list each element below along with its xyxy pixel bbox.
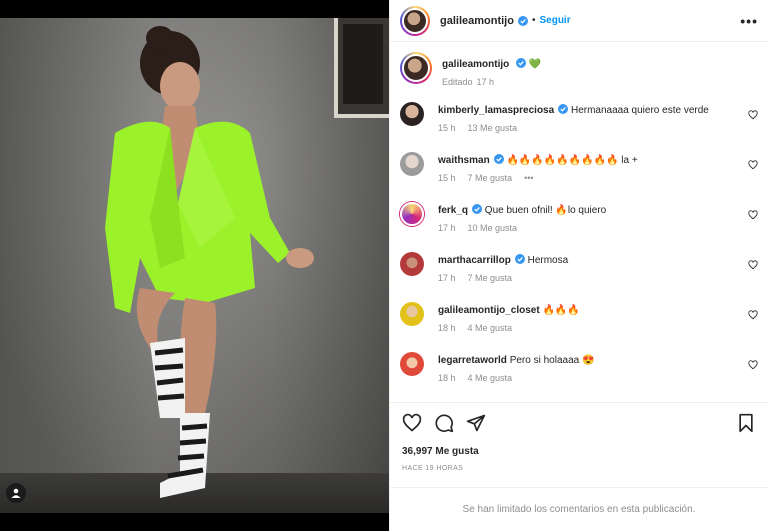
comment-icon[interactable] bbox=[434, 413, 454, 433]
comment-text: Pero si holaaaa 😍 bbox=[509, 355, 595, 366]
comment-likes[interactable]: 13 Me gusta bbox=[468, 123, 518, 133]
comment-likes[interactable]: 4 Me gusta bbox=[468, 373, 513, 383]
heart-icon[interactable] bbox=[748, 110, 758, 120]
caption-text: 💚 bbox=[528, 59, 542, 70]
caption-meta: Editado 17 h bbox=[442, 77, 541, 87]
comment-options-icon[interactable]: ••• bbox=[524, 173, 533, 183]
comment-text: 🔥🔥🔥 bbox=[542, 305, 580, 316]
post-sidebar: galileamontijo • Seguir ••• galileamonti… bbox=[389, 0, 768, 531]
heart-icon[interactable] bbox=[748, 210, 758, 220]
comment-item: legarretaworld Pero si holaaaa 😍 18 h 4 M… bbox=[390, 350, 768, 400]
comment-likes[interactable]: 4 Me gusta bbox=[468, 323, 513, 333]
post-photo[interactable] bbox=[0, 18, 389, 513]
comment-item: kimberly_lamaspreciosa Hermanaaaa quiero… bbox=[390, 100, 768, 150]
post-header: galileamontijo • Seguir ••• bbox=[390, 0, 768, 42]
follow-button[interactable]: Seguir bbox=[539, 15, 570, 26]
verified-icon bbox=[472, 204, 483, 214]
likes-count[interactable]: 36,997 Me gusta bbox=[390, 446, 768, 457]
heart-icon[interactable] bbox=[748, 260, 758, 270]
comment-username[interactable]: marthacarrillop bbox=[438, 255, 511, 266]
verified-icon bbox=[514, 254, 525, 264]
separator-dot: • bbox=[531, 15, 536, 26]
comment-item: ferk_q Que buen ofnil! 🔥lo quiero 17 h 10… bbox=[390, 200, 768, 250]
comment-item: galileamontijo_closet 🔥🔥🔥 18 h 4 Me gusta bbox=[390, 300, 768, 350]
comment-text: Que buen ofnil! 🔥lo quiero bbox=[484, 205, 607, 216]
comment-time: 17 h bbox=[438, 273, 456, 283]
verified-icon bbox=[516, 58, 527, 68]
comment-likes[interactable]: 10 Me gusta bbox=[468, 223, 518, 233]
comments-list[interactable]: galileamontijo 💚 Editado 17 h kimberly_la… bbox=[390, 42, 768, 402]
verified-icon bbox=[493, 154, 504, 164]
caption-time: 17 h bbox=[476, 77, 495, 87]
heart-icon[interactable] bbox=[748, 160, 758, 170]
posted-time: HACE 19 HORAS bbox=[402, 465, 464, 472]
action-bar bbox=[390, 402, 768, 442]
comment-text: 🔥🔥🔥🔥🔥🔥🔥🔥🔥 la + bbox=[506, 155, 638, 166]
author-avatar[interactable] bbox=[400, 5, 430, 36]
heart-icon[interactable] bbox=[748, 360, 758, 370]
share-icon[interactable] bbox=[466, 413, 486, 433]
comment-text: Hermanaaaa quiero este verde bbox=[570, 105, 709, 116]
heart-icon[interactable] bbox=[402, 413, 422, 433]
comment-item: marthacarrillop Hermosa 17 h 7 Me gusta bbox=[390, 250, 768, 300]
commenter-avatar[interactable] bbox=[400, 252, 424, 276]
comment-time: 15 h bbox=[438, 173, 456, 183]
comment-username[interactable]: galileamontijo_closet bbox=[438, 305, 540, 316]
person-figure bbox=[105, 26, 314, 498]
caption: galileamontijo 💚 Editado 17 h bbox=[390, 52, 768, 100]
verified-icon bbox=[558, 104, 569, 114]
comments-limited-notice: Se han limitado los comentarios en esta … bbox=[390, 487, 768, 531]
comment-likes[interactable]: 7 Me gusta bbox=[468, 273, 513, 283]
comment-item: waithsman 🔥🔥🔥🔥🔥🔥🔥🔥🔥 la + 15 h 7 Me gusta •… bbox=[390, 150, 768, 200]
comment-time: 17 h bbox=[438, 223, 456, 233]
verified-icon bbox=[517, 15, 528, 26]
comment-text: Hermosa bbox=[527, 255, 569, 266]
comment-likes[interactable]: 7 Me gusta bbox=[468, 173, 513, 183]
author-username[interactable]: galileamontijo bbox=[440, 15, 514, 27]
caption-username[interactable]: galileamontijo bbox=[442, 59, 509, 70]
comment-time: 15 h bbox=[438, 123, 456, 133]
comment-username[interactable]: waithsman bbox=[438, 155, 490, 166]
commenter-avatar[interactable] bbox=[400, 102, 424, 126]
comment-time: 18 h bbox=[438, 373, 456, 383]
commenter-avatar[interactable] bbox=[400, 302, 424, 326]
caption-avatar[interactable] bbox=[400, 52, 432, 84]
save-icon[interactable] bbox=[736, 413, 756, 433]
comment-username[interactable]: ferk_q bbox=[438, 205, 468, 216]
more-icon[interactable]: ••• bbox=[740, 13, 758, 29]
comment-username[interactable]: kimberly_lamaspreciosa bbox=[438, 105, 554, 116]
comment-time: 18 h bbox=[438, 323, 456, 333]
heart-icon[interactable] bbox=[748, 310, 758, 320]
commenter-avatar[interactable] bbox=[400, 352, 424, 376]
commenter-avatar[interactable] bbox=[400, 152, 424, 176]
comment-username[interactable]: legarretaworld bbox=[438, 355, 507, 366]
commenter-avatar[interactable] bbox=[400, 202, 424, 226]
user-tag-icon[interactable] bbox=[6, 483, 26, 503]
caption-edited: Editado bbox=[442, 77, 473, 87]
